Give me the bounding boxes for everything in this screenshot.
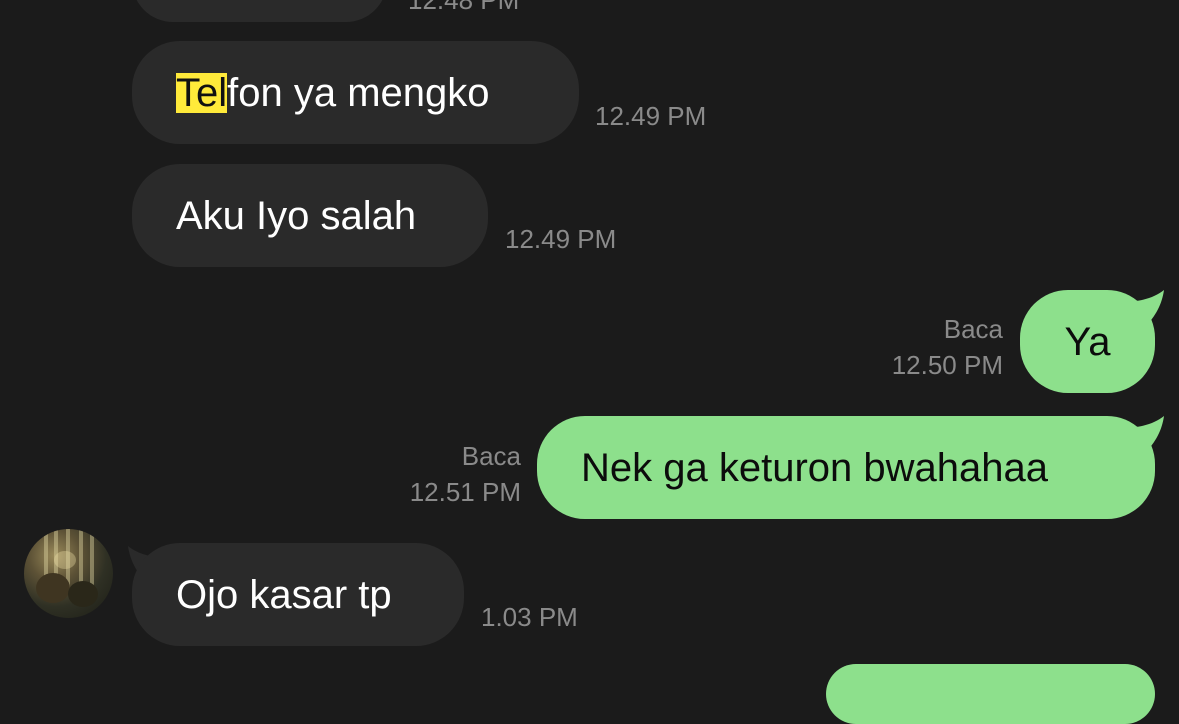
message-text: fon ya mengko bbox=[227, 70, 490, 115]
bubble-tail bbox=[1120, 290, 1164, 328]
message-text: Ya bbox=[1064, 319, 1111, 364]
message-bubble-outgoing-partial[interactable] bbox=[826, 664, 1155, 724]
message-text: Ojo kasar tp bbox=[176, 572, 392, 617]
message-meta: Baca 12.50 PM bbox=[892, 311, 1003, 383]
message-text: Aku Iyo salah bbox=[176, 193, 417, 238]
message-bubble[interactable]: Ojo kasar tp bbox=[132, 543, 464, 646]
message-bubble-outgoing[interactable]: Nek ga keturon bwahahaa bbox=[537, 416, 1155, 519]
message-bubble[interactable]: Aku Iyo salah bbox=[132, 164, 488, 267]
chat-thread[interactable]: 12.48 PM Tel fon ya mengko 12.49 PM Aku I… bbox=[0, 0, 1179, 724]
bubble-tail bbox=[1120, 416, 1164, 454]
message-time: 12.50 PM bbox=[891, 350, 1003, 380]
message-time: 12.49 PM bbox=[595, 101, 707, 131]
contact-avatar[interactable] bbox=[24, 529, 113, 618]
message-time-partial: 12.48 PM bbox=[408, 0, 520, 15]
search-highlight: Tel bbox=[176, 70, 228, 115]
message-time: 1.03 PM bbox=[481, 602, 578, 632]
message-time: 12.49 PM bbox=[505, 224, 617, 254]
read-receipt: Baca bbox=[943, 314, 1003, 344]
message-text: Nek ga keturon bwahahaa bbox=[581, 445, 1048, 490]
message-bubble[interactable]: Tel fon ya mengko bbox=[132, 41, 579, 144]
message-bubble-partial[interactable] bbox=[132, 0, 387, 22]
message-time: 12.51 PM bbox=[409, 477, 521, 507]
message-meta: Baca 12.51 PM bbox=[410, 438, 521, 510]
read-receipt: Baca bbox=[461, 441, 521, 471]
